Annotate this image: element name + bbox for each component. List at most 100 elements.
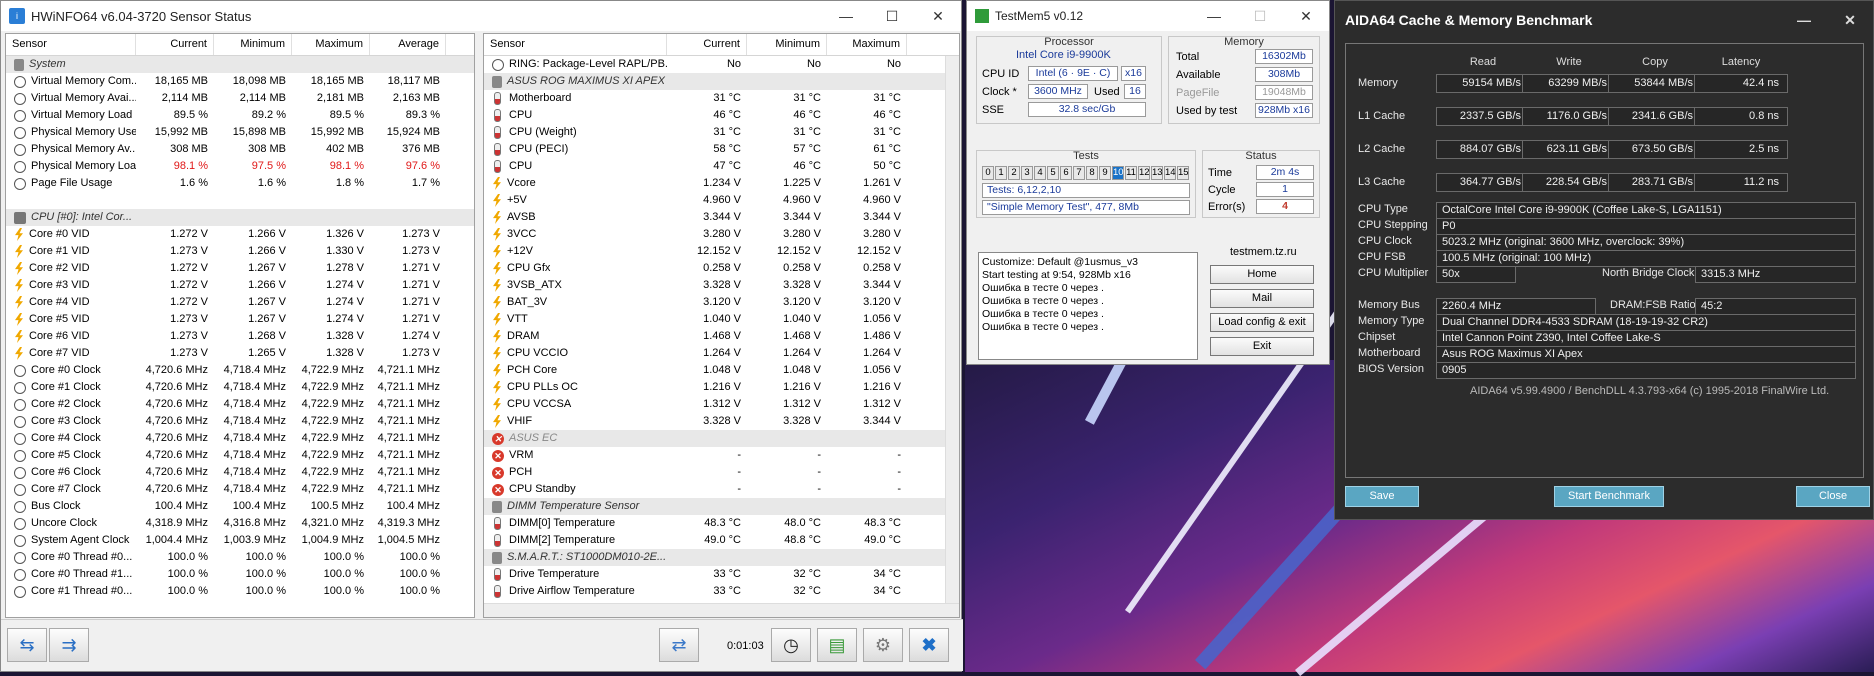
table-row[interactable]: Core #6 Clock 4,720.6 MHz 4,718.4 MHz 4,722… <box>6 464 474 481</box>
table-row[interactable]: Core #0 Clock 4,720.6 MHz 4,718.4 MHz 4,722… <box>6 362 474 379</box>
table-row[interactable]: DIMM Temperature Sensor <box>484 498 959 515</box>
table-row[interactable]: Core #2 VID 1.272 V 1.267 V 1.278 V 1.271 V <box>6 260 474 277</box>
table-row[interactable]: RING: Package-Level RAPL/PB... No No No <box>484 56 959 73</box>
table-row[interactable]: Physical Memory Used 15,992 MB 15,898 MB 15… <box>6 124 474 141</box>
table-row[interactable]: Vcore 1.234 V 1.225 V 1.261 V <box>484 175 959 192</box>
table-row[interactable]: Virtual Memory Com... 18,165 MB 18,098 MB 1… <box>6 73 474 90</box>
col-header-1[interactable]: Current <box>136 34 214 55</box>
table-row[interactable]: S.M.A.R.T.: ST1000DM010-2E... <box>484 549 959 566</box>
save-button[interactable]: Save <box>1345 486 1419 507</box>
table-row[interactable]: CPU 46 °C 46 °C 46 °C <box>484 107 959 124</box>
load-config-exit-button[interactable]: Load config & exit <box>1210 313 1314 332</box>
table-row[interactable]: Motherboard 31 °C 31 °C 31 °C <box>484 90 959 107</box>
col-header-3[interactable]: Maximum <box>827 34 907 55</box>
minimize-icon[interactable]: — <box>1191 1 1237 31</box>
table-row[interactable]: Core #7 VID 1.273 V 1.265 V 1.328 V 1.273 V <box>6 345 474 362</box>
table-row[interactable]: Core #4 Clock 4,720.6 MHz 4,718.4 MHz 4,722… <box>6 430 474 447</box>
table-row[interactable]: BAT_3V 3.120 V 3.120 V 3.120 V <box>484 294 959 311</box>
table-row[interactable]: CPU 47 °C 46 °C 50 °C <box>484 158 959 175</box>
col-header-3[interactable]: Maximum <box>292 34 370 55</box>
col-header-4[interactable]: Average <box>370 34 446 55</box>
right-sensor-pane[interactable]: Sensor Current Minimum Maximum RING: Packag… <box>483 33 960 618</box>
table-row[interactable]: CPU (PECI) 58 °C 57 °C 61 °C <box>484 141 959 158</box>
table-row[interactable]: Core #5 VID 1.273 V 1.267 V 1.274 V 1.271 V <box>6 311 474 328</box>
table-row[interactable]: Bus Clock 100.4 MHz 100.4 MHz 100.5 MHz 100.… <box>6 498 474 515</box>
table-row[interactable]: Core #0 Thread #1... 100.0 % 100.0 % 100.0 … <box>6 566 474 583</box>
test-cell[interactable]: 14 <box>1164 166 1176 180</box>
table-row[interactable]: Core #6 VID 1.273 V 1.268 V 1.328 V 1.274 V <box>6 328 474 345</box>
table-row[interactable]: CPU VCCSA 1.312 V 1.312 V 1.312 V <box>484 396 959 413</box>
exit-button[interactable]: Exit <box>1210 337 1314 356</box>
table-row[interactable]: DIMM[0] Temperature 48.3 °C 48.0 °C 48.3 °C <box>484 515 959 532</box>
left-sensor-pane[interactable]: Sensor Current Minimum Maximum Average Syste… <box>5 33 475 618</box>
table-row[interactable]: CPU VCCIO 1.264 V 1.264 V 1.264 V <box>484 345 959 362</box>
table-row[interactable]: DIMM[2] Temperature 49.0 °C 48.8 °C 49.0 °C <box>484 532 959 549</box>
expand-arrows-icon[interactable]: ⇉ <box>49 628 89 662</box>
table-row[interactable]: +12V 12.152 V 12.152 V 12.152 V <box>484 243 959 260</box>
test-cell[interactable]: 2 <box>1008 166 1020 180</box>
col-header-0[interactable]: Sensor <box>484 34 667 55</box>
home-button[interactable]: Home <box>1210 265 1314 284</box>
minimize-icon[interactable]: — <box>1781 5 1827 35</box>
right-vertical-scrollbar[interactable] <box>945 56 959 603</box>
table-row[interactable]: Core #4 VID 1.272 V 1.267 V 1.274 V 1.271 V <box>6 294 474 311</box>
table-row[interactable]: Virtual Memory Avai... 2,114 MB 2,114 MB 2,… <box>6 90 474 107</box>
close-button[interactable]: Close <box>1796 486 1870 507</box>
close-icon[interactable]: ✕ <box>1283 1 1329 31</box>
network-icon[interactable]: ⇄ <box>659 628 699 662</box>
table-row[interactable]: System <box>6 56 474 73</box>
table-row[interactable]: Core #1 VID 1.273 V 1.266 V 1.330 V 1.273 V <box>6 243 474 260</box>
table-row[interactable]: Core #1 Clock 4,720.6 MHz 4,718.4 MHz 4,722… <box>6 379 474 396</box>
table-row[interactable]: Core #2 Clock 4,720.6 MHz 4,718.4 MHz 4,722… <box>6 396 474 413</box>
test-cell[interactable]: 11 <box>1125 166 1137 180</box>
collapse-arrows-icon[interactable]: ⇆ <box>7 628 47 662</box>
table-row[interactable]: ✕ PCH - - - <box>484 464 959 481</box>
col-header-0[interactable]: Sensor <box>6 34 136 55</box>
table-row[interactable]: PCH Core 1.048 V 1.048 V 1.056 V <box>484 362 959 379</box>
table-row[interactable]: CPU (Weight) 31 °C 31 °C 31 °C <box>484 124 959 141</box>
table-row[interactable]: Core #3 VID 1.272 V 1.266 V 1.274 V 1.271 V <box>6 277 474 294</box>
settings-gear-icon[interactable]: ⚙ <box>863 628 903 662</box>
table-row[interactable]: ✕ VRM - - - <box>484 447 959 464</box>
table-row[interactable]: VTT 1.040 V 1.040 V 1.056 V <box>484 311 959 328</box>
table-row[interactable]: Page File Usage 1.6 % 1.6 % 1.8 % 1.7 % <box>6 175 474 192</box>
table-row[interactable]: ✕ CPU Standby - - - <box>484 481 959 498</box>
testmem-title-bar[interactable]: TestMem5 v0.12 — ☐ ✕ <box>967 1 1329 31</box>
table-row[interactable] <box>6 192 474 209</box>
table-row[interactable]: Core #7 Clock 4,720.6 MHz 4,718.4 MHz 4,722… <box>6 481 474 498</box>
aida64-title-bar[interactable]: AIDA64 Cache & Memory Benchmark — ✕ <box>1335 1 1873 39</box>
test-cell[interactable]: 12 <box>1138 166 1150 180</box>
test-cell[interactable]: 1 <box>995 166 1007 180</box>
table-row[interactable]: 3VSB_ATX 3.328 V 3.328 V 3.344 V <box>484 277 959 294</box>
table-row[interactable]: CPU PLLs OC 1.216 V 1.216 V 1.216 V <box>484 379 959 396</box>
table-row[interactable]: AVSB 3.344 V 3.344 V 3.344 V <box>484 209 959 226</box>
test-cell[interactable]: 5 <box>1047 166 1059 180</box>
test-cell[interactable]: 4 <box>1034 166 1046 180</box>
table-row[interactable]: Drive Airflow Temperature 33 °C 32 °C 34 °C <box>484 583 959 600</box>
test-cell[interactable]: 8 <box>1086 166 1098 180</box>
test-cell[interactable]: 6 <box>1060 166 1072 180</box>
table-row[interactable]: Core #1 Thread #0... 100.0 % 100.0 % 100.0 … <box>6 583 474 600</box>
table-row[interactable]: CPU Gfx 0.258 V 0.258 V 0.258 V <box>484 260 959 277</box>
table-row[interactable]: +5V 4.960 V 4.960 V 4.960 V <box>484 192 959 209</box>
table-row[interactable]: Core #0 Thread #0... 100.0 % 100.0 % 100.0 … <box>6 549 474 566</box>
table-row[interactable]: ASUS ROG MAXIMUS XI APEX (... <box>484 73 959 90</box>
table-row[interactable]: DRAM 1.468 V 1.468 V 1.486 V <box>484 328 959 345</box>
col-header-2[interactable]: Minimum <box>214 34 292 55</box>
test-cell[interactable]: 9 <box>1099 166 1111 180</box>
test-cell[interactable]: 15 <box>1177 166 1189 180</box>
table-row[interactable]: Core #3 Clock 4,720.6 MHz 4,718.4 MHz 4,722… <box>6 413 474 430</box>
test-cell[interactable]: 13 <box>1151 166 1163 180</box>
table-row[interactable]: Core #0 VID 1.272 V 1.266 V 1.326 V 1.273 V <box>6 226 474 243</box>
test-log[interactable]: Customize: Default @1usmus_v3 Start testi… <box>978 252 1198 360</box>
table-row[interactable]: Physical Memory Load 98.1 % 97.5 % 98.1 % 97… <box>6 158 474 175</box>
table-row[interactable]: Physical Memory Av... 308 MB 308 MB 402 MB 3… <box>6 141 474 158</box>
table-row[interactable]: Virtual Memory Load 89.5 % 89.2 % 89.5 % 89.… <box>6 107 474 124</box>
test-cell[interactable]: 3 <box>1021 166 1033 180</box>
close-icon[interactable]: ✕ <box>915 1 961 31</box>
start-benchmark-button[interactable]: Start Benchmark <box>1554 486 1664 507</box>
clock-icon[interactable]: ◷ <box>771 628 811 662</box>
test-cell[interactable]: 10 <box>1112 166 1124 180</box>
hwinfo-title-bar[interactable]: i HWiNFO64 v6.04-3720 Sensor Status — ☐ … <box>1 1 961 31</box>
table-row[interactable]: System Agent Clock 1,004.4 MHz 1,003.9 MHz… <box>6 532 474 549</box>
